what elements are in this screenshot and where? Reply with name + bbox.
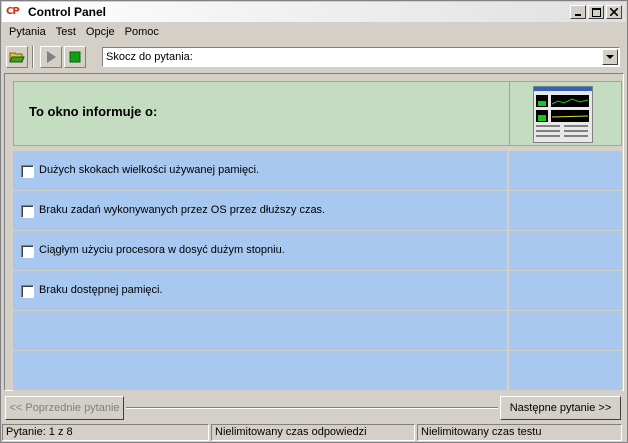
toolbar-separator: [32, 46, 34, 68]
stop-button[interactable]: [64, 46, 86, 68]
status-answer-time: Nielimitowany czas odpowiedzi: [211, 424, 415, 441]
task-manager-thumbnail-icon: [534, 87, 592, 137]
answer-text: Ciągłym użyciu procesora w dosyć dużym s…: [39, 244, 285, 256]
open-button[interactable]: [6, 46, 28, 68]
window-title: Control Panel: [28, 5, 107, 19]
previous-question-button[interactable]: << Poprzednie pytanie: [5, 396, 124, 420]
minimize-button[interactable]: [570, 5, 586, 19]
open-folder-icon: [9, 52, 25, 63]
status-test-time: Nielimitowany czas testu: [417, 424, 622, 441]
answer-text: Braku dostępnej pamięci.: [39, 284, 163, 296]
menu-pomoc[interactable]: Pomoc: [120, 26, 164, 38]
answer-checkbox[interactable]: [21, 245, 34, 258]
answer-text: Braku zadań wykonywanych przez OS przez …: [39, 204, 326, 216]
menu-pytania[interactable]: Pytania: [4, 26, 51, 38]
menu-opcje[interactable]: Opcje: [81, 26, 120, 38]
jump-to-question-text: Skocz do pytania:: [106, 51, 193, 63]
status-question-counter: Pytanie: 1 z 8: [2, 424, 209, 441]
menu-bar: Pytania Test Opcje Pomoc: [2, 22, 626, 41]
answer-text: Dużych skokach wielkości używanej pamięc…: [39, 164, 260, 176]
question-text: To okno informuje o:: [29, 104, 158, 119]
empty-answer-row: [13, 311, 622, 351]
maximize-icon: [591, 7, 601, 17]
empty-answer-row: [13, 351, 622, 391]
jump-to-question-select[interactable]: Skocz do pytania:: [102, 47, 620, 67]
question-image[interactable]: [533, 86, 593, 143]
close-button[interactable]: [606, 5, 622, 19]
maximize-button[interactable]: [588, 5, 604, 19]
dropdown-button[interactable]: [602, 49, 618, 65]
stop-icon: [69, 51, 81, 63]
status-bar: Pytanie: 1 z 8 Nielimitowany czas odpowi…: [2, 424, 626, 442]
app-logo-icon: CP: [6, 6, 20, 17]
dropdown-arrow-icon: [606, 54, 614, 59]
menu-test[interactable]: Test: [51, 26, 81, 38]
toolbar: Skocz do pytania:: [2, 43, 626, 71]
answer-checkbox[interactable]: [21, 285, 34, 298]
answer-checkbox[interactable]: [21, 165, 34, 178]
answer-checkbox[interactable]: [21, 205, 34, 218]
question-box: To okno informuje o:: [13, 81, 622, 146]
play-icon: [47, 51, 56, 63]
minimize-icon: [575, 14, 581, 16]
main-window: CP Control Panel Pytania Test Opcje Pomo…: [0, 0, 628, 443]
answer-row[interactable]: Braku dostępnej pamięci.: [13, 271, 622, 311]
navigation-bar: << Poprzednie pytanie Następne pytanie >…: [2, 394, 626, 422]
close-icon: [610, 8, 618, 16]
answer-row[interactable]: Dużych skokach wielkości używanej pamięc…: [13, 151, 622, 191]
answers-list: Dużych skokach wielkości używanej pamięc…: [13, 151, 622, 391]
next-question-button[interactable]: Następne pytanie >>: [500, 396, 621, 420]
question-panel: To okno informuje o: Dużych skokach wiel…: [4, 73, 624, 391]
answer-row[interactable]: Braku zadań wykonywanych przez OS przez …: [13, 191, 622, 231]
title-bar[interactable]: CP Control Panel: [2, 2, 626, 22]
answer-row[interactable]: Ciągłym użyciu procesora w dosyć dużym s…: [13, 231, 622, 271]
question-divider: [509, 82, 510, 145]
play-button[interactable]: [40, 46, 62, 68]
navigation-divider: [126, 407, 498, 409]
